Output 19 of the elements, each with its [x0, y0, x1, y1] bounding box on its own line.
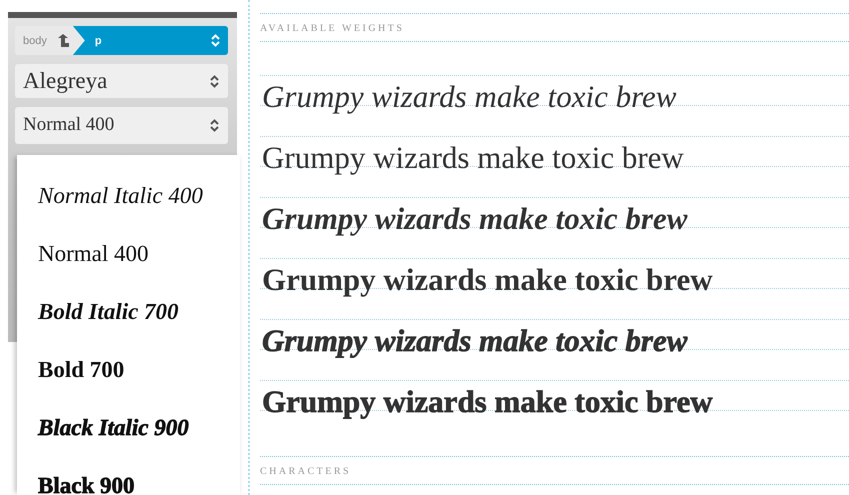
- sample-text: Grumpy wizards make toxic brew: [262, 386, 713, 417]
- sample-text: Grumpy wizards make toxic brew: [262, 325, 688, 356]
- updown-icon: [210, 74, 219, 88]
- menu-item[interactable]: Black Italic 900: [17, 399, 240, 457]
- sample-text: Grumpy wizards make toxic brew: [262, 142, 684, 173]
- updown-icon: [211, 34, 220, 47]
- section-heading: AVAILABLE WEIGHTS: [260, 14, 849, 42]
- section-heading: CHARACTERS: [260, 457, 849, 485]
- updown-icon: [210, 119, 219, 132]
- menu-item[interactable]: Normal 400: [17, 225, 240, 283]
- font-select[interactable]: Alegreya: [15, 64, 228, 98]
- sample-text: Grumpy wizards make toxic brew: [262, 264, 713, 295]
- menu-item[interactable]: Bold Italic 700: [17, 283, 240, 341]
- menu-item[interactable]: Normal Italic 400: [17, 167, 240, 225]
- weight-select[interactable]: Normal 400: [15, 107, 228, 144]
- menu-item[interactable]: Bold 700: [17, 341, 240, 399]
- menu-item[interactable]: Black 900: [17, 457, 240, 495]
- sample-text: Grumpy wizards make toxic brew: [262, 81, 676, 112]
- sample-text: Grumpy wizards make toxic brew: [262, 203, 688, 234]
